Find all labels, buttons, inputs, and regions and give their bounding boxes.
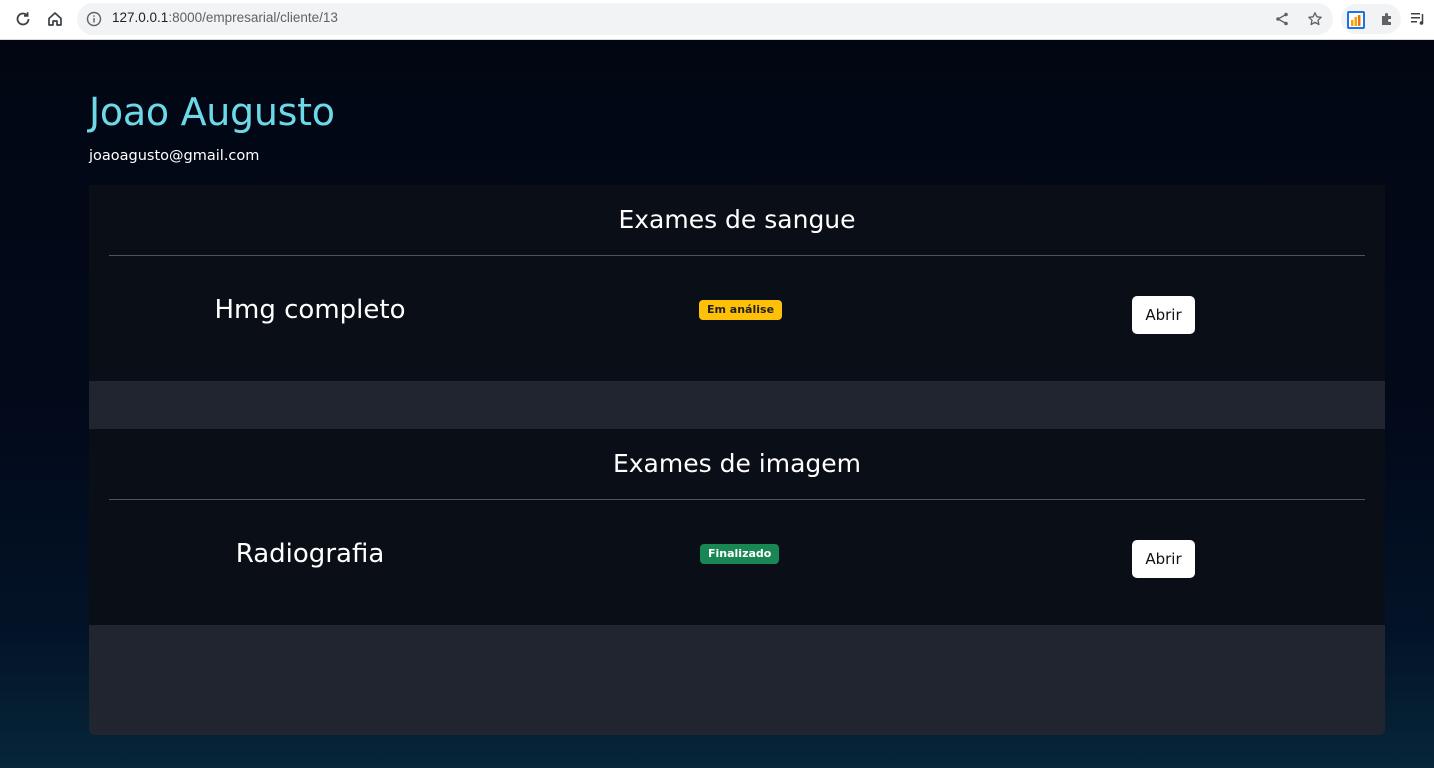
client-email: joaoagusto@gmail.com: [89, 148, 260, 164]
open-exam-button[interactable]: Abrir: [1132, 296, 1195, 334]
site-info-icon[interactable]: [86, 11, 102, 27]
url-path: :8000/empresarial/cliente/13: [168, 10, 338, 25]
client-name: Joao Augusto: [89, 90, 335, 134]
reload-icon[interactable]: [12, 8, 34, 30]
bookmark-star-icon[interactable]: [1307, 11, 1323, 27]
section-divider: [109, 255, 1365, 256]
section-divider: [109, 499, 1365, 500]
exam-name: Radiografia: [235, 539, 385, 569]
section-title: Exames de sangue: [618, 205, 856, 234]
browser-toolbar: 127.0.0.1:8000/empresarial/cliente/13: [0, 0, 1434, 40]
share-icon[interactable]: [1274, 11, 1290, 27]
url-text[interactable]: 127.0.0.1:8000/empresarial/cliente/13: [112, 10, 338, 25]
address-bar[interactable]: 127.0.0.1:8000/empresarial/cliente/13: [77, 3, 1333, 35]
extensions-area: [1341, 4, 1401, 34]
extensions-puzzle-icon[interactable]: [1379, 11, 1395, 27]
section-image-exams: Exames de imagem Radiografia Finalizado …: [89, 429, 1385, 625]
status-badge: Em análise: [699, 300, 783, 320]
open-exam-button[interactable]: Abrir: [1132, 540, 1195, 578]
section-blood-exams: Exames de sangue Hmg completo Em análise…: [89, 185, 1385, 381]
home-icon[interactable]: [44, 8, 66, 30]
reading-list-icon[interactable]: [1410, 11, 1426, 27]
exam-name: Hmg completo: [214, 295, 406, 325]
status-badge: Finalizado: [700, 544, 780, 564]
exams-panel: Exames de sangue Hmg completo Em análise…: [89, 185, 1385, 735]
url-host: 127.0.0.1: [112, 10, 169, 25]
extension-chart-icon[interactable]: [1347, 11, 1365, 29]
section-title: Exames de imagem: [612, 449, 862, 478]
